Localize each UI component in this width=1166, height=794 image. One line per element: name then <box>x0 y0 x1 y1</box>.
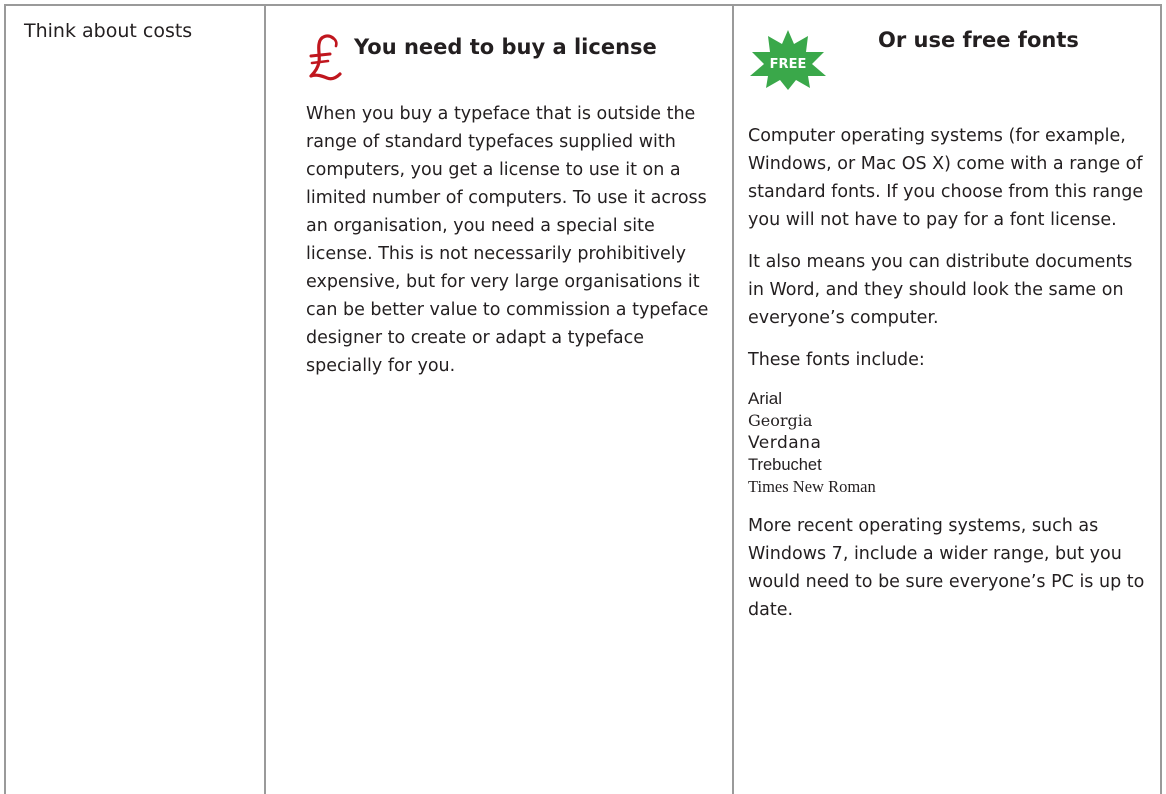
comparison-table: Think about costs You need to buy a lice… <box>0 0 1166 794</box>
font-list-item: Trebuchet <box>748 456 822 474</box>
free-closing-paragraph: More recent operating systems, such as W… <box>748 516 1145 620</box>
license-body: When you buy a typeface that is outside … <box>306 100 716 380</box>
pound-sign-icon <box>309 34 342 81</box>
free-paragraph-2: It also means you can distribute documen… <box>748 252 1133 328</box>
font-list-item: Times New Roman <box>748 477 876 496</box>
font-list-item: Verdana <box>748 433 822 453</box>
row-label-cell: Think about costs <box>6 4 264 44</box>
free-fonts-heading: Or use free fonts <box>878 28 1079 52</box>
license-paragraph: When you buy a typeface that is outside … <box>306 104 709 376</box>
free-badge-icon: FREE <box>750 30 826 90</box>
font-list-item: Georgia <box>748 411 813 430</box>
license-heading: You need to buy a license <box>354 35 657 59</box>
row-label: Think about costs <box>24 20 193 42</box>
free-fonts-body: Computer operating systems (for example,… <box>748 122 1148 638</box>
free-badge-label: FREE <box>770 57 807 72</box>
free-paragraph-3: These fonts include: <box>748 350 925 370</box>
table-left-border <box>4 4 6 794</box>
free-fonts-cell: FREE Or use free fonts Computer operatin… <box>734 4 1162 794</box>
license-cell: You need to buy a license When you buy a… <box>266 4 732 794</box>
font-list-item: Arial <box>748 389 783 408</box>
free-paragraph-1: Computer operating systems (for example,… <box>748 126 1144 230</box>
font-list: Arial Georgia Verdana Trebuchet Times Ne… <box>748 388 1148 498</box>
